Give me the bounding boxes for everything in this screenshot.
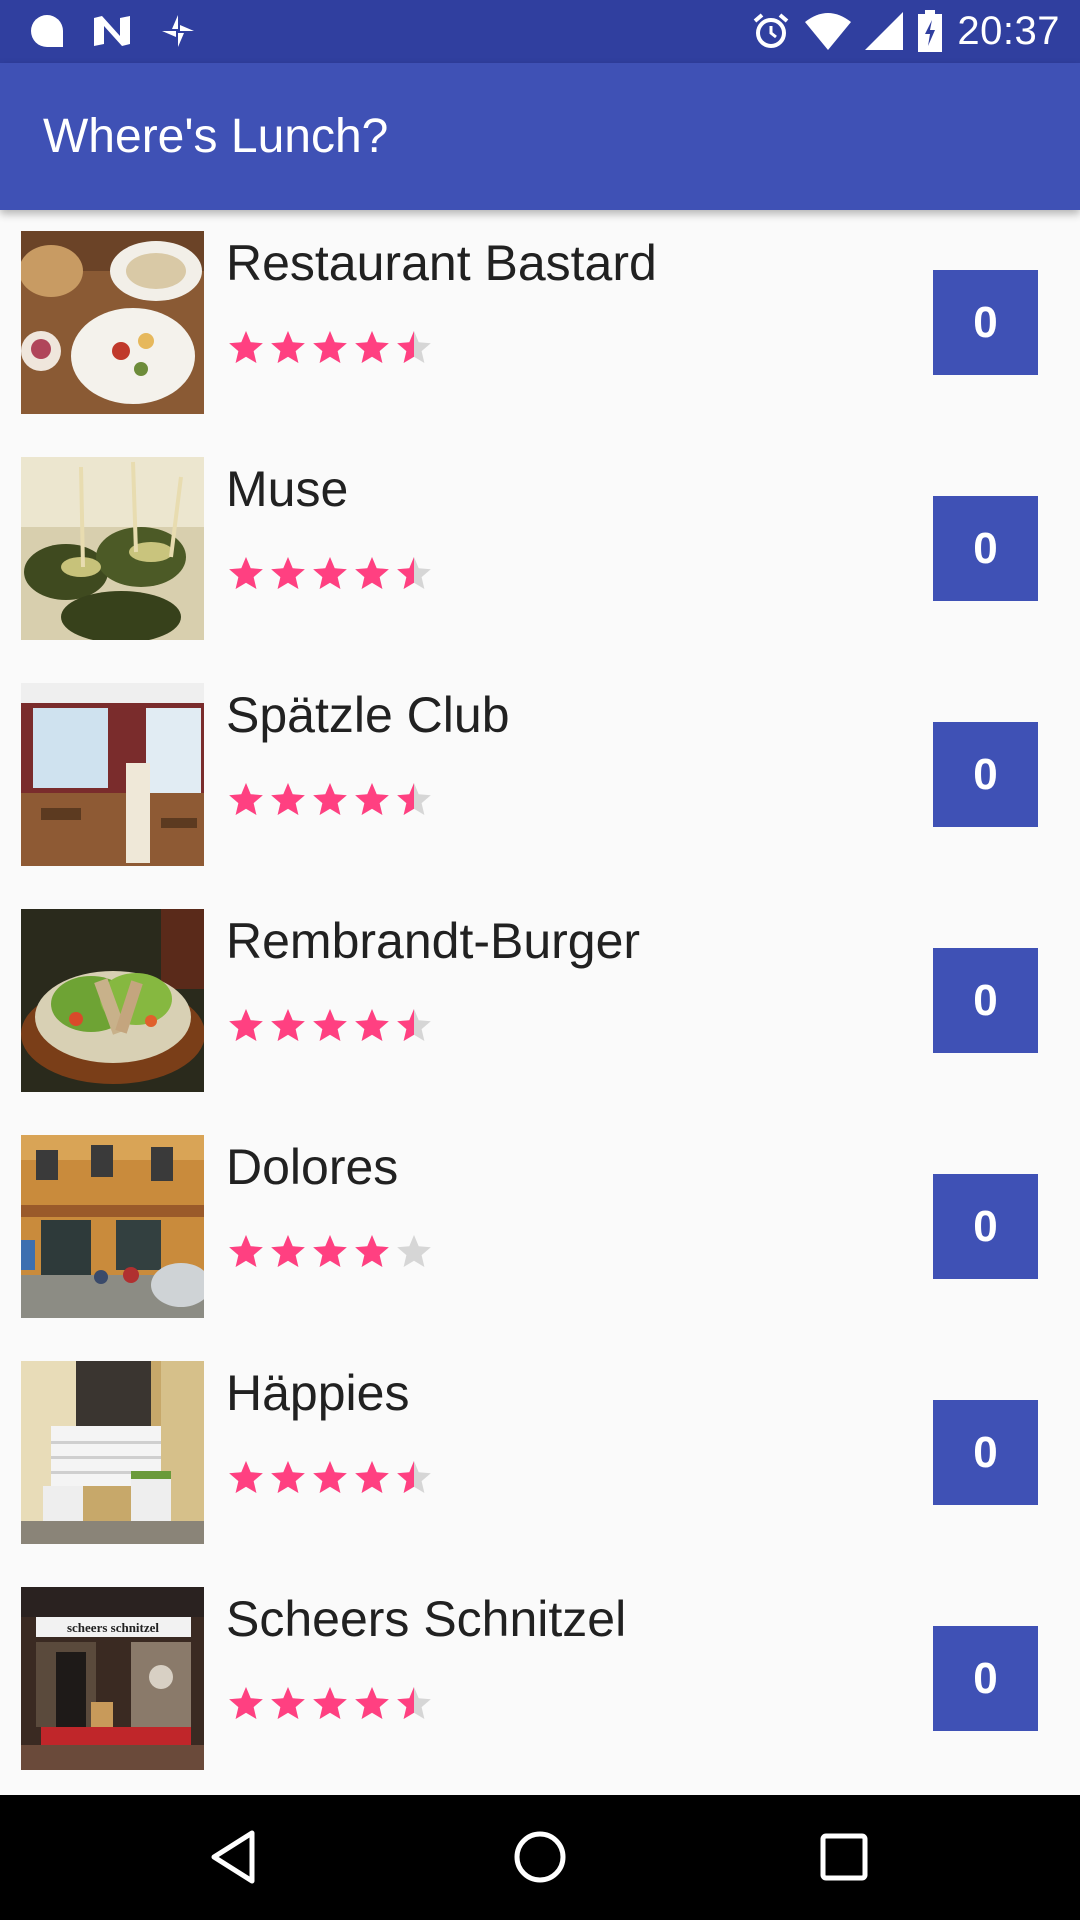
star-icon	[352, 328, 392, 368]
restaurant-row[interactable]: Dolores 0	[0, 1114, 1080, 1340]
star-icon	[310, 1458, 350, 1498]
star-icon	[226, 780, 266, 820]
messenger-icon	[31, 15, 63, 47]
star-icon	[310, 1006, 350, 1046]
rating-bar	[226, 1006, 434, 1046]
rating-bar	[226, 780, 434, 820]
status-time: 20:37	[957, 8, 1060, 53]
star-icon	[310, 554, 350, 594]
star-icon	[268, 1684, 308, 1724]
salad-plate-image	[21, 909, 204, 1092]
restaurant-row[interactable]: Häppies 0	[0, 1340, 1080, 1566]
navigation-bar	[0, 1795, 1080, 1920]
food-platter-image	[21, 231, 204, 414]
status-bar: 20:37	[0, 0, 1080, 63]
star-icon	[268, 1458, 308, 1498]
storefront-sign-text: scheers schnitzel	[67, 1620, 159, 1635]
star-icon	[394, 1684, 434, 1724]
vote-button[interactable]: 0	[933, 1626, 1038, 1731]
rating-bar	[226, 1684, 434, 1724]
star-icon	[352, 554, 392, 594]
vote-button[interactable]: 0	[933, 1400, 1038, 1505]
restaurant-name: Scheers Schnitzel	[226, 1591, 627, 1647]
rating-bar	[226, 1458, 434, 1498]
vote-button[interactable]: 0	[933, 1174, 1038, 1279]
recents-icon[interactable]	[812, 1825, 876, 1889]
star-icon	[268, 1006, 308, 1046]
star-icon	[226, 1458, 266, 1498]
rating-bar	[226, 328, 434, 368]
rating-bar	[226, 554, 434, 594]
restaurant-list[interactable]: Restaurant Bastard 0 Muse 0 Spätzle Club…	[0, 210, 1080, 1795]
star-icon	[310, 780, 350, 820]
star-icon	[310, 328, 350, 368]
storefront-seating-image	[21, 1361, 204, 1544]
street-facade-image	[21, 1135, 204, 1318]
star-icon	[268, 554, 308, 594]
restaurant-row[interactable]: scheers schnitzel Scheers Schnitzel 0	[0, 1566, 1080, 1792]
star-icon	[268, 328, 308, 368]
star-icon	[352, 1684, 392, 1724]
star-icon	[226, 1006, 266, 1046]
star-icon	[226, 328, 266, 368]
alarm-icon	[754, 13, 789, 48]
app-bar: Where's Lunch?	[0, 63, 1080, 210]
restaurant-name: Dolores	[226, 1139, 399, 1195]
star-icon	[394, 1232, 434, 1272]
home-icon[interactable]	[508, 1825, 572, 1889]
star-icon	[226, 1684, 266, 1724]
restaurant-row[interactable]: Spätzle Club 0	[0, 662, 1080, 888]
app-title: Where's Lunch?	[43, 110, 389, 163]
zucchini-rolls-image	[21, 457, 204, 640]
restaurant-name: Spätzle Club	[226, 687, 510, 743]
star-icon	[352, 1458, 392, 1498]
star-icon	[394, 554, 434, 594]
star-icon	[268, 1232, 308, 1272]
star-icon	[352, 1006, 392, 1046]
star-icon	[268, 780, 308, 820]
star-icon	[310, 1232, 350, 1272]
vote-button[interactable]: 0	[933, 948, 1038, 1053]
battery-icon	[918, 10, 943, 52]
restaurant-name: Muse	[226, 461, 349, 517]
restaurant-row[interactable]: Restaurant Bastard 0	[0, 210, 1080, 436]
back-icon[interactable]	[204, 1825, 268, 1889]
restaurant-interior-image	[21, 683, 204, 866]
star-icon	[226, 1232, 266, 1272]
star-icon	[352, 780, 392, 820]
star-icon	[352, 1232, 392, 1272]
star-icon	[394, 1458, 434, 1498]
scheers-schnitzel-storefront-image: scheers schnitzel	[21, 1587, 204, 1770]
restaurant-row[interactable]: Muse 0	[0, 436, 1080, 662]
star-icon	[394, 1006, 434, 1046]
star-icon	[394, 328, 434, 368]
star-icon	[394, 780, 434, 820]
vote-button[interactable]: 0	[933, 722, 1038, 827]
rating-bar	[226, 1232, 434, 1272]
vote-button[interactable]: 0	[933, 496, 1038, 601]
n-icon	[94, 16, 130, 46]
star-icon	[226, 554, 266, 594]
restaurant-row[interactable]: Rembrandt-Burger 0	[0, 888, 1080, 1114]
pinwheel-icon	[162, 15, 194, 47]
signal-icon	[865, 12, 904, 50]
star-icon	[310, 1684, 350, 1724]
restaurant-name: Häppies	[226, 1365, 410, 1421]
restaurant-name: Rembrandt-Burger	[226, 913, 641, 969]
wifi-icon	[805, 13, 852, 50]
restaurant-name: Restaurant Bastard	[226, 235, 657, 291]
vote-button[interactable]: 0	[933, 270, 1038, 375]
